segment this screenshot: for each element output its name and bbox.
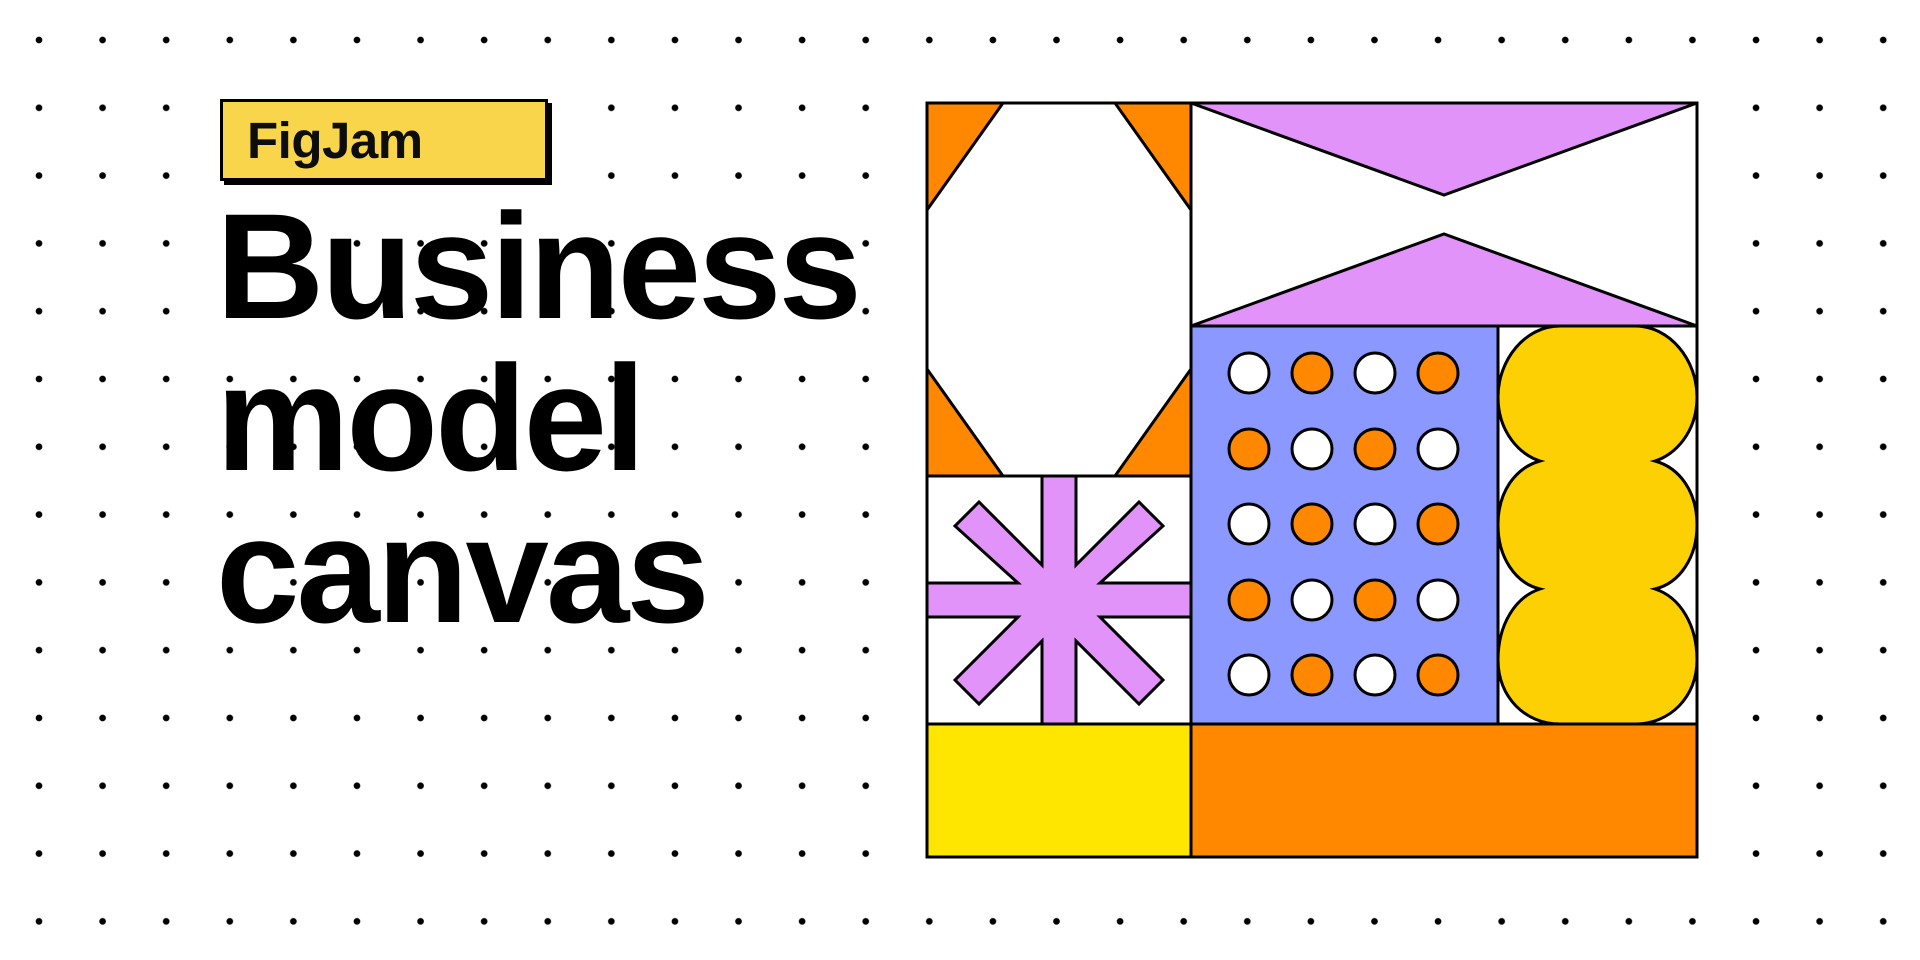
asterisk-icon (925, 474, 1193, 726)
title-line-3: canvas (216, 486, 710, 654)
asterisk-panel (925, 474, 1193, 726)
dot-grid-panel (1189, 324, 1500, 726)
title-line-2: model (216, 334, 646, 502)
octagon-panel (925, 101, 1193, 478)
bowtie-panel (1189, 101, 1699, 328)
figjam-tag-label: FigJam (247, 111, 423, 169)
title-line-1: Business (216, 182, 862, 350)
wavy-pill-panel (1496, 324, 1699, 726)
figjam-tag: FigJam (220, 99, 548, 181)
page-title: Business model canvas (216, 190, 916, 646)
geometric-illustration (925, 101, 1699, 859)
orange-block (1189, 722, 1699, 859)
wavy-pill-shape (1496, 324, 1699, 726)
yellow-block (925, 722, 1193, 859)
